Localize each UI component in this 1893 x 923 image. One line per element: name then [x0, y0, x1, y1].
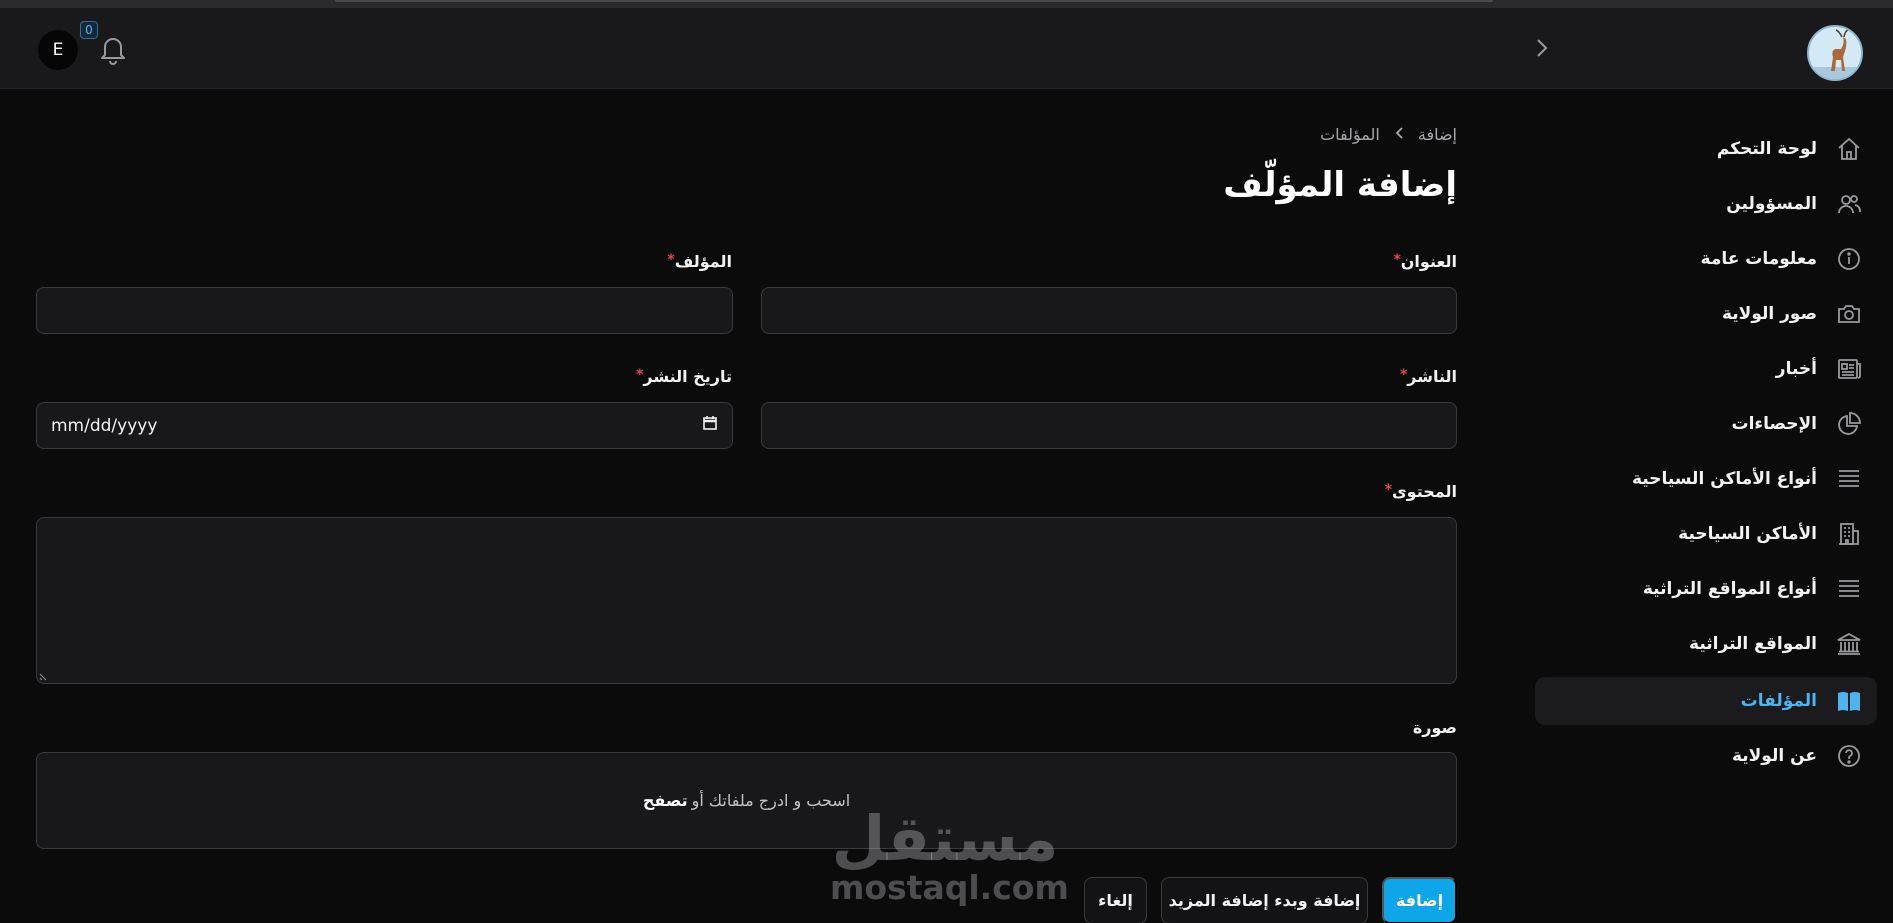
- landmark-icon: [1835, 630, 1863, 658]
- author-field[interactable]: [36, 287, 733, 334]
- publisher-field[interactable]: [761, 402, 1457, 449]
- sidebar-collapse-chevron-icon[interactable]: [1528, 30, 1556, 66]
- sidebar-item-label: المواقع التراثية: [1689, 634, 1817, 654]
- chevron-left-icon: [1394, 125, 1404, 144]
- sidebar-item-heritage-site-types[interactable]: أنواع المواقع التراثية: [1535, 565, 1877, 613]
- resize-handle-icon[interactable]: [39, 671, 49, 681]
- sidebar-item-label: أنواع الأماكن السياحية: [1631, 469, 1817, 489]
- cancel-button[interactable]: إلغاء: [1084, 877, 1147, 923]
- browser-address-bar: [335, 0, 1493, 2]
- users-icon: [1835, 190, 1863, 218]
- calendar-icon[interactable]: [702, 415, 718, 436]
- sidebar-item-label: الإحصاءات: [1731, 414, 1817, 434]
- publish-date-field[interactable]: mm/dd/yyyy: [36, 402, 733, 449]
- top-bar: E 0: [0, 8, 1893, 89]
- page-title: إضافة المؤلّف: [1223, 165, 1457, 205]
- sidebar-item-label: المسؤولين: [1726, 194, 1817, 214]
- browser-top-strip: [0, 0, 1893, 8]
- sidebar-item-tourist-place-types[interactable]: أنواع الأماكن السياحية: [1535, 455, 1877, 503]
- site-logo[interactable]: [1807, 25, 1863, 81]
- breadcrumb-parent-link[interactable]: المؤلفات: [1320, 125, 1380, 144]
- sidebar-item-label: أخبار: [1775, 359, 1817, 379]
- pie-chart-icon: [1835, 410, 1863, 438]
- notification-count-badge: 0: [80, 21, 98, 39]
- publisher-field-label: الناشر*: [1399, 367, 1457, 386]
- content-field[interactable]: [36, 517, 1457, 684]
- sidebar-item-label: لوحة التحكم: [1716, 139, 1817, 159]
- sidebar-item-admins[interactable]: المسؤولين: [1535, 180, 1877, 228]
- sidebar-item-photos[interactable]: صور الولاية: [1535, 290, 1877, 338]
- author-field-label: المؤلف*: [667, 252, 732, 271]
- sidebar-item-publications[interactable]: المؤلفات: [1535, 677, 1877, 725]
- breadcrumb: المؤلفات إضافة: [1320, 125, 1457, 144]
- sidebar-item-label: المؤلفات: [1740, 691, 1817, 711]
- publish-date-field-label: تاريخ النشر*: [636, 367, 732, 386]
- home-icon: [1835, 135, 1863, 163]
- sidebar-item-statistics[interactable]: الإحصاءات: [1535, 400, 1877, 448]
- book-icon: [1835, 687, 1863, 715]
- sidebar-item-tourist-places[interactable]: الأماكن السياحية: [1535, 510, 1877, 558]
- create-another-button[interactable]: إضافة وبدء إضافة المزيد: [1161, 877, 1368, 923]
- date-placeholder: mm/dd/yyyy: [51, 415, 158, 436]
- sidebar-item-about[interactable]: عن الولاية: [1535, 732, 1877, 780]
- camera-icon: [1835, 300, 1863, 328]
- dropzone-text: اسحب و ادرج ملفاتك أو: [691, 791, 851, 810]
- newspaper-icon: [1835, 355, 1863, 383]
- sidebar-item-heritage-sites[interactable]: المواقع التراثية: [1535, 620, 1877, 668]
- image-field-label: صورة: [1412, 718, 1457, 737]
- sidebar-item-news[interactable]: أخبار: [1535, 345, 1877, 393]
- list-icon: [1835, 575, 1863, 603]
- title-field-label: العنوان*: [1393, 252, 1457, 271]
- content-field-label: المحتوى*: [1384, 482, 1457, 501]
- title-field[interactable]: [761, 287, 1457, 334]
- sidebar-item-general-info[interactable]: معلومات عامة: [1535, 235, 1877, 283]
- sidebar-item-label: صور الولاية: [1721, 304, 1817, 324]
- image-dropzone[interactable]: اسحب و ادرج ملفاتك أو تصفح: [36, 752, 1457, 849]
- sidebar-item-label: عن الولاية: [1731, 746, 1817, 766]
- sidebar-item-label: الأماكن السياحية: [1678, 524, 1817, 544]
- notifications-bell-icon[interactable]: [98, 33, 128, 67]
- sidebar-item-label: أنواع المواقع التراثية: [1642, 579, 1817, 599]
- building-icon: [1835, 520, 1863, 548]
- sidebar-item-dashboard[interactable]: لوحة التحكم: [1535, 125, 1877, 173]
- question-icon: [1835, 742, 1863, 770]
- user-avatar[interactable]: E: [38, 30, 78, 70]
- dropzone-browse-link[interactable]: تصفح: [643, 791, 688, 810]
- list-icon: [1835, 465, 1863, 493]
- sidebar-item-label: معلومات عامة: [1700, 249, 1817, 269]
- create-button[interactable]: إضافة: [1382, 877, 1457, 923]
- watermark-latin: mostaql.com: [830, 868, 1069, 907]
- breadcrumb-current: إضافة: [1417, 125, 1457, 144]
- info-icon: [1835, 245, 1863, 273]
